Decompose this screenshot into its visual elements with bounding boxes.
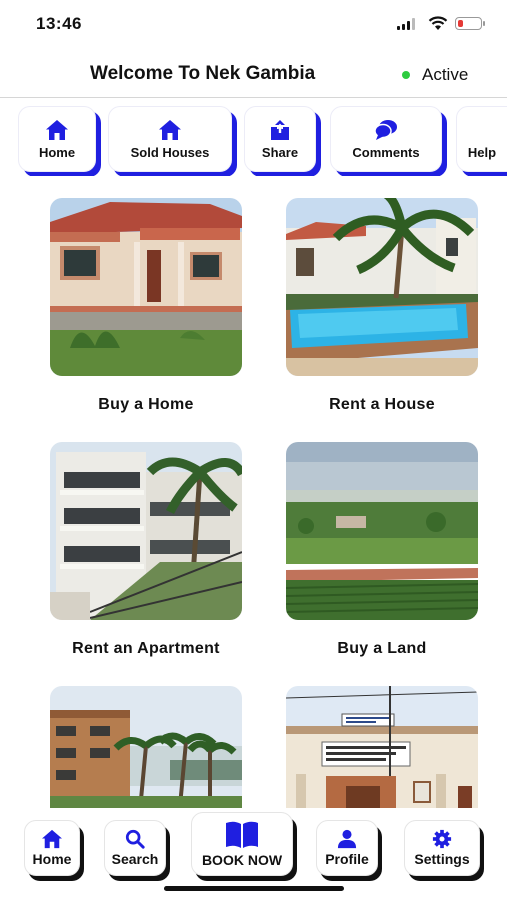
top-nav-home-button[interactable]: Home (18, 106, 96, 172)
listing-card-label: Rent a House (329, 396, 435, 413)
listing-card-rent-an-apartment[interactable]: Rent an Apartment (50, 442, 242, 657)
bottom-nav: Home Search BOOK NOW Profile Settings (0, 808, 507, 900)
gear-icon (432, 829, 452, 849)
top-nav-comments-button[interactable]: Comments (330, 106, 442, 172)
top-nav-label: Help (467, 144, 497, 160)
top-nav-label: Comments (352, 144, 420, 160)
listing-card-rent-a-house[interactable]: Rent a House (286, 198, 478, 413)
house-photo (50, 198, 242, 376)
home-icon (159, 119, 181, 140)
home-indicator (164, 886, 344, 891)
wifi-icon (428, 16, 448, 30)
book-now-button[interactable]: BOOK NOW (191, 812, 293, 876)
status-time: 13:46 (36, 14, 82, 33)
page-title: Welcome To Nek Gambia (90, 63, 316, 84)
comments-icon (374, 119, 397, 140)
listing-card-buy-a-land[interactable]: Buy a Land (286, 442, 478, 657)
share-icon (271, 119, 289, 140)
listing-card-label: Buy a Home (98, 396, 194, 413)
listing-card-label: Rent an Apartment (72, 640, 220, 657)
user-icon (337, 829, 357, 849)
search-icon (125, 829, 145, 849)
bottom-nav-label: BOOK NOW (201, 852, 283, 868)
bottom-nav-label: Settings (414, 851, 470, 867)
home-icon (42, 829, 62, 849)
top-nav-sold-houses-button[interactable]: Sold Houses (108, 106, 232, 172)
listing-card-label: Buy a Land (337, 640, 427, 657)
listing-grid: Buy a Home Rent a House Rent an Apartmen… (0, 198, 507, 808)
top-nav-share-button[interactable]: Share (244, 106, 316, 172)
top-nav: Home Sold Houses Share Comments Help (0, 106, 507, 176)
listing-card-office[interactable] (286, 686, 478, 808)
top-nav-label: Sold Houses (130, 144, 210, 160)
bottom-nav-home-button[interactable]: Home (24, 820, 80, 876)
listing-card-resort[interactable] (50, 686, 242, 808)
status-dot-icon (402, 71, 410, 79)
resort-photo (50, 686, 242, 808)
status-bar: 13:46 (0, 0, 507, 50)
bottom-nav-label: Home (32, 851, 72, 867)
app-header: Welcome To Nek Gambia Active (0, 50, 507, 98)
office-building-photo (286, 686, 478, 808)
battery-level (457, 19, 463, 27)
apartment-block-photo (50, 442, 242, 620)
status-indicator: Active (402, 65, 468, 85)
cellular-signal-icon (397, 18, 415, 30)
bottom-nav-label: Search (111, 851, 159, 867)
bottom-nav-search-button[interactable]: Search (104, 820, 166, 876)
farmland-photo (286, 442, 478, 620)
bottom-nav-label: Profile (325, 851, 369, 867)
bottom-nav-settings-button[interactable]: Settings (404, 820, 480, 876)
top-nav-help-button[interactable]: Help (456, 106, 507, 172)
book-icon (226, 821, 258, 848)
bottom-nav-profile-button[interactable]: Profile (316, 820, 378, 876)
home-icon (46, 119, 68, 140)
listing-card-buy-a-home[interactable]: Buy a Home (50, 198, 242, 413)
top-nav-label: Home (38, 144, 76, 160)
pool-villa-photo (286, 198, 478, 376)
status-label: Active (422, 65, 469, 84)
battery-icon (455, 17, 485, 30)
top-nav-label: Share (261, 144, 299, 160)
